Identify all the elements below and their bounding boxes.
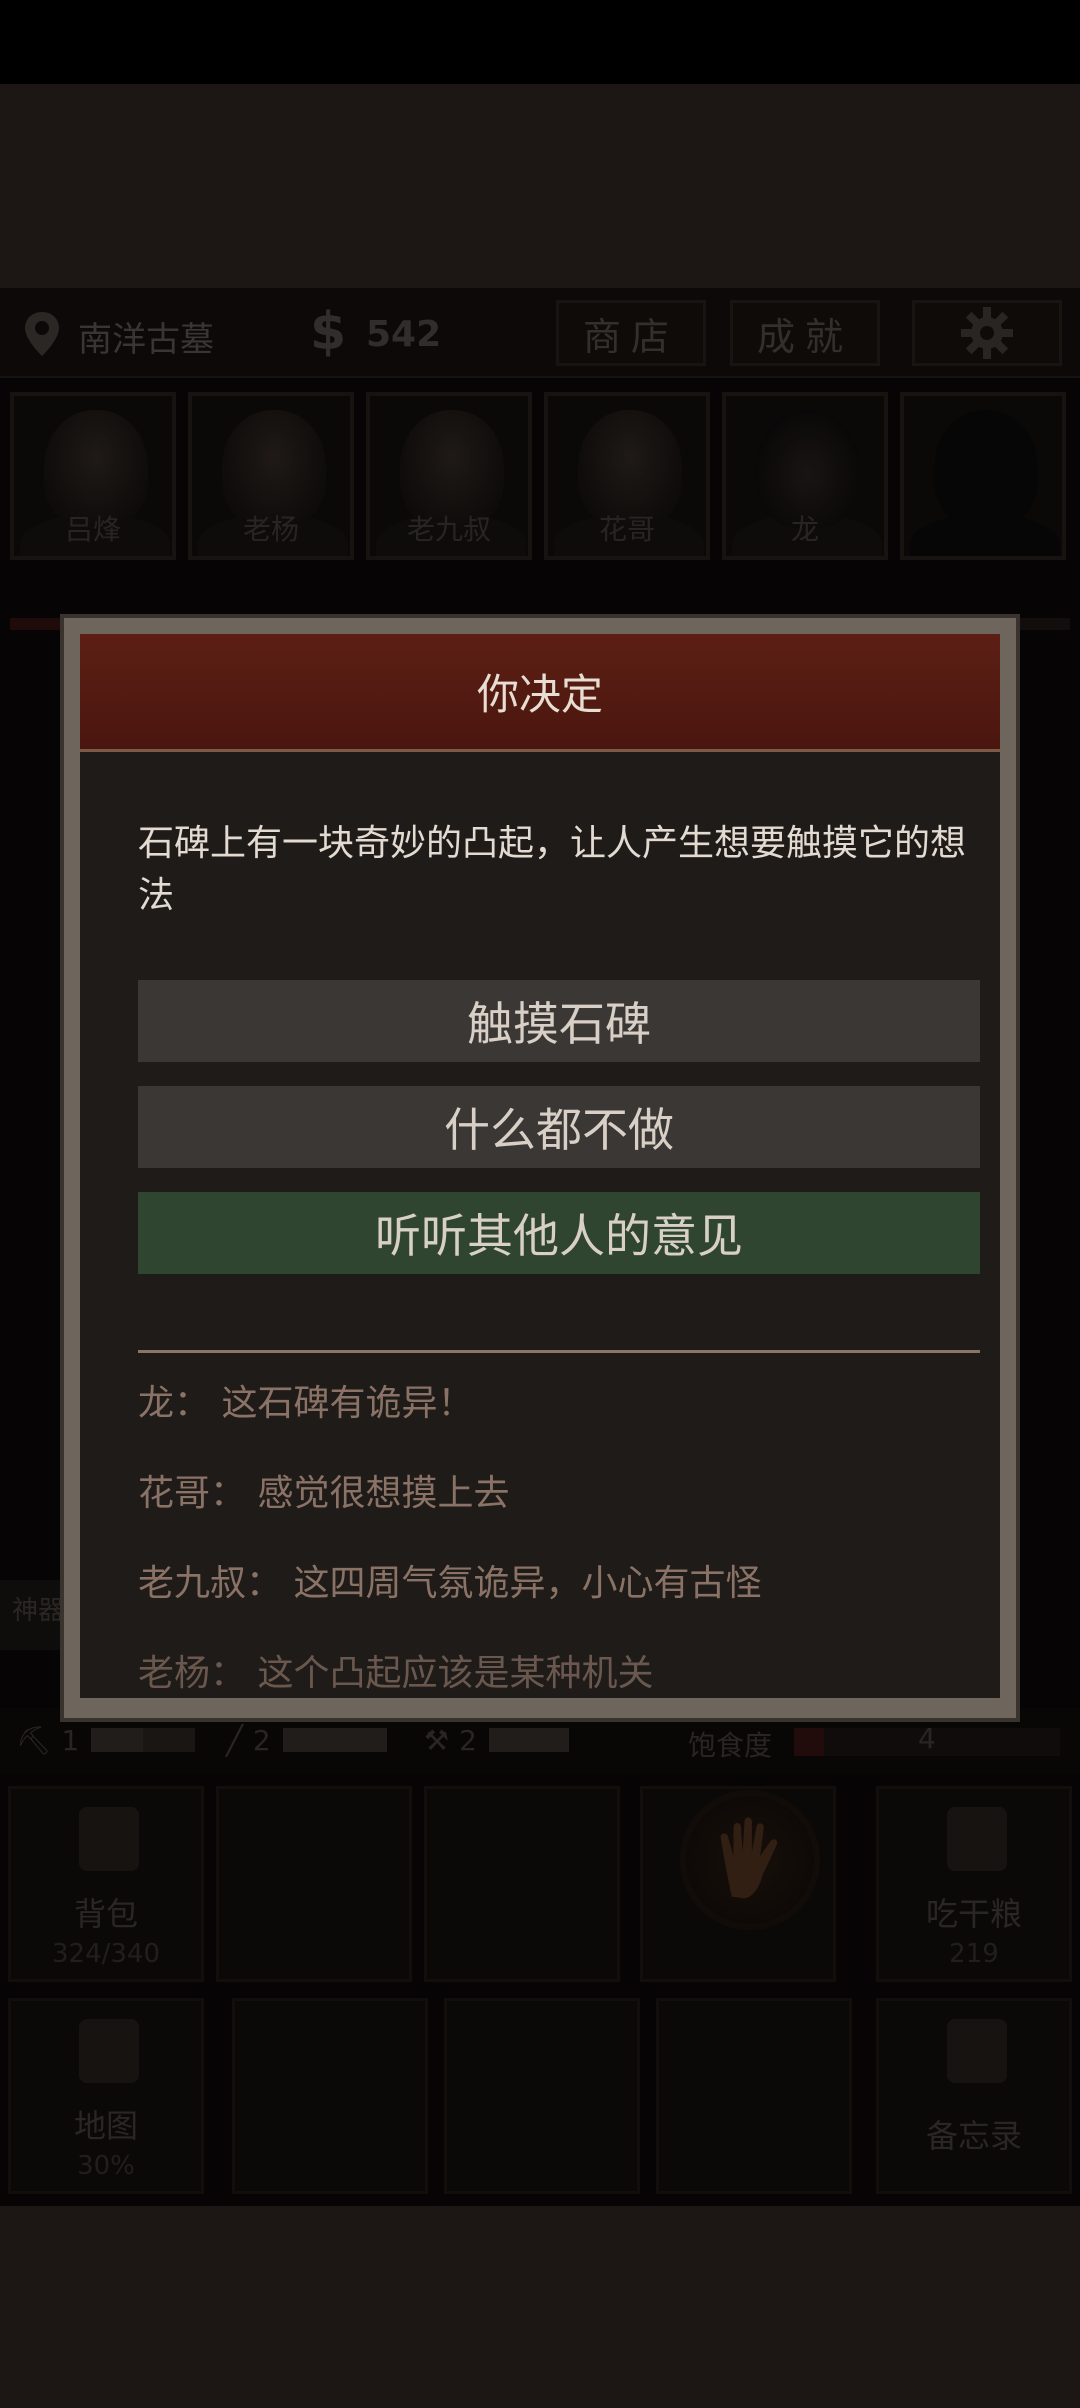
dialog-message: 石碑上有一块奇妙的凸起，让人产生想要触摸它的想法 xyxy=(138,823,967,916)
chat-line: 花哥： 感觉很想摸上去 xyxy=(138,1473,510,1514)
chat-line: 老九叔： 这四周气氛诡异，小心有古怪 xyxy=(138,1563,762,1604)
dialog-body: 你决定 石碑上有一块奇妙的凸起，让人产生想要触摸它的想法 触摸石碑 什么都不做 … xyxy=(80,634,1000,1698)
divider xyxy=(138,1350,980,1353)
chat-line: 龙： 这石碑有诡异！ xyxy=(138,1383,474,1424)
chat-line: 老杨： 这个凸起应该是某种机关 xyxy=(138,1653,654,1694)
choice-touch-stele-button[interactable]: 触摸石碑 xyxy=(138,980,980,1062)
bottom-margin xyxy=(0,2206,1080,2408)
decision-dialog: 你决定 石碑上有一块奇妙的凸起，让人产生想要触摸它的想法 触摸石碑 什么都不做 … xyxy=(60,614,1020,1722)
choice-ask-others-button[interactable]: 听听其他人的意见 xyxy=(138,1192,980,1274)
status-bar xyxy=(0,0,1080,84)
dialog-title: 你决定 xyxy=(80,634,1000,752)
choice-do-nothing-button[interactable]: 什么都不做 xyxy=(138,1086,980,1168)
top-margin xyxy=(0,84,1080,288)
